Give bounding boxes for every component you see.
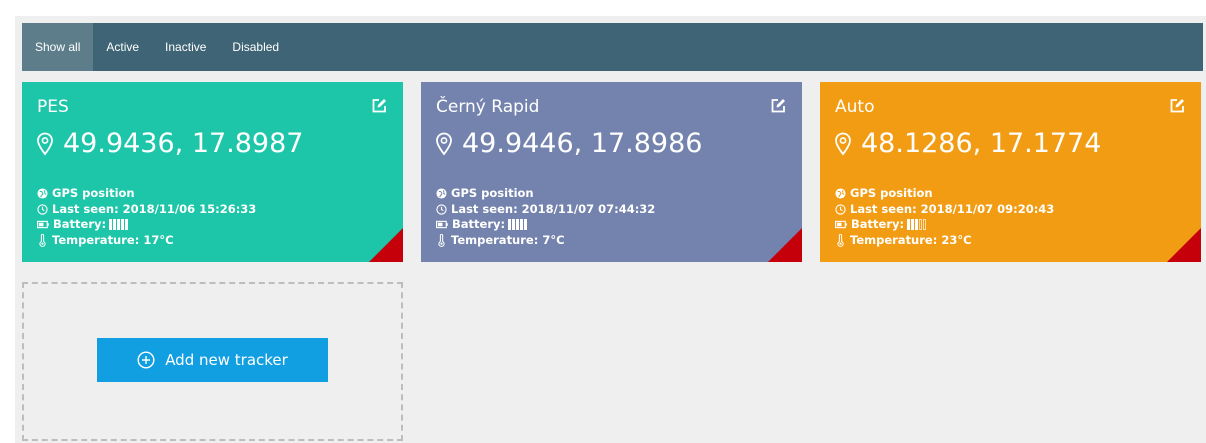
battery-level-bars — [508, 219, 528, 231]
tracker-info: GPS position Last seen: 2018/11/07 09:20… — [835, 186, 1054, 248]
tracker-info: GPS position Last seen: 2018/11/07 07:44… — [436, 186, 655, 248]
coordinates-value: 48.1286, 17.1774 — [861, 128, 1102, 159]
tracker-info: GPS position Last seen: 2018/11/06 15:26… — [37, 186, 256, 248]
thermometer-icon — [837, 233, 844, 247]
tab-active[interactable]: Active — [93, 23, 152, 71]
last-seen-row: Last seen: 2018/11/06 15:26:33 — [37, 202, 256, 218]
clock-icon — [835, 204, 846, 215]
status-corner-badge — [1167, 228, 1201, 262]
filter-bar: Show all Active Inactive Disabled — [22, 23, 1203, 71]
coordinates: 49.9446, 17.8986 — [435, 128, 702, 159]
gps-position-row: GPS position — [436, 186, 655, 202]
battery-row: Battery: — [835, 217, 1054, 233]
coordinates-value: 49.9446, 17.8986 — [462, 128, 703, 159]
tracker-card-cerny-rapid[interactable]: Černý Rapid 49.9446, 17.8986 GPS positio… — [421, 82, 802, 262]
add-tracker-placeholder: Add new tracker — [22, 282, 403, 441]
battery-level-bars — [907, 219, 926, 231]
globe-icon — [37, 188, 48, 199]
battery-label: Battery: — [53, 217, 107, 231]
tab-show-all[interactable]: Show all — [22, 23, 94, 71]
globe-icon — [436, 188, 447, 199]
clock-icon — [37, 204, 48, 215]
last-seen-row: Last seen: 2018/11/07 09:20:43 — [835, 202, 1054, 218]
last-seen-text: Last seen: 2018/11/07 09:20:43 — [850, 201, 1055, 216]
gps-position-row: GPS position — [835, 186, 1054, 202]
thermometer-icon — [39, 233, 46, 247]
edit-icon[interactable] — [371, 98, 387, 114]
battery-icon — [37, 221, 49, 229]
last-seen-text: Last seen: 2018/11/06 15:26:33 — [52, 201, 257, 216]
tracker-name: Auto — [835, 97, 875, 117]
clock-icon — [436, 204, 447, 215]
battery-bar-filled — [516, 219, 520, 231]
tab-inactive[interactable]: Inactive — [152, 23, 219, 71]
temperature-row: Temperature: 23°C — [835, 233, 1054, 249]
last-seen-row: Last seen: 2018/11/07 07:44:32 — [436, 202, 655, 218]
coordinates: 49.9436, 17.8987 — [36, 128, 303, 159]
add-new-tracker-label: Add new tracker — [165, 351, 288, 369]
battery-bar-empty — [919, 219, 922, 230]
battery-bar-filled — [512, 219, 516, 231]
gps-position-label: GPS position — [451, 186, 534, 200]
battery-bar-filled — [117, 219, 121, 231]
battery-label: Battery: — [452, 217, 506, 231]
battery-bar-filled — [125, 219, 129, 231]
edit-icon[interactable] — [1169, 98, 1185, 114]
coordinates-value: 49.9436, 17.8987 — [63, 128, 304, 159]
temperature-text: Temperature: 17°C — [52, 232, 174, 247]
globe-icon — [835, 188, 846, 199]
battery-bar-filled — [911, 219, 915, 231]
tracker-name: Černý Rapid — [436, 97, 540, 117]
thermometer-icon — [438, 233, 445, 247]
battery-bar-filled — [109, 219, 113, 231]
status-corner-badge — [369, 228, 403, 262]
temperature-row: Temperature: 7°C — [436, 233, 655, 249]
coordinates: 48.1286, 17.1774 — [834, 128, 1101, 159]
temperature-text: Temperature: 23°C — [850, 232, 972, 247]
add-new-tracker-button[interactable]: Add new tracker — [97, 338, 328, 382]
trackers-panel: Show all Active Inactive Disabled PES 49… — [15, 16, 1206, 443]
temperature-text: Temperature: 7°C — [451, 232, 565, 247]
temperature-row: Temperature: 17°C — [37, 233, 256, 249]
tracker-card-pes[interactable]: PES 49.9436, 17.8987 GPS position Last s… — [22, 82, 403, 262]
battery-bar-filled — [113, 219, 117, 231]
gps-position-label: GPS position — [850, 186, 933, 200]
map-pin-icon — [835, 132, 851, 155]
battery-bar-filled — [508, 219, 512, 231]
battery-row: Battery: — [37, 217, 256, 233]
tracker-name: PES — [37, 97, 69, 117]
status-corner-badge — [768, 228, 802, 262]
battery-bar-filled — [524, 219, 528, 231]
map-pin-icon — [436, 132, 452, 155]
edit-icon[interactable] — [770, 98, 786, 114]
battery-bar-filled — [520, 219, 524, 231]
plus-circle-icon — [137, 351, 155, 369]
battery-bar-empty — [923, 219, 926, 230]
battery-bar-filled — [907, 219, 911, 231]
battery-label: Battery: — [851, 217, 905, 231]
gps-position-row: GPS position — [37, 186, 256, 202]
tab-disabled[interactable]: Disabled — [219, 23, 292, 71]
battery-icon — [436, 221, 448, 229]
battery-icon — [835, 221, 847, 229]
map-pin-icon — [37, 132, 53, 155]
battery-bar-filled — [121, 219, 125, 231]
gps-position-label: GPS position — [52, 186, 135, 200]
tracker-card-auto[interactable]: Auto 48.1286, 17.1774 GPS position Last … — [820, 82, 1201, 262]
battery-bar-filled — [915, 219, 919, 231]
last-seen-text: Last seen: 2018/11/07 07:44:32 — [451, 201, 656, 216]
battery-level-bars — [109, 219, 129, 231]
battery-row: Battery: — [436, 217, 655, 233]
